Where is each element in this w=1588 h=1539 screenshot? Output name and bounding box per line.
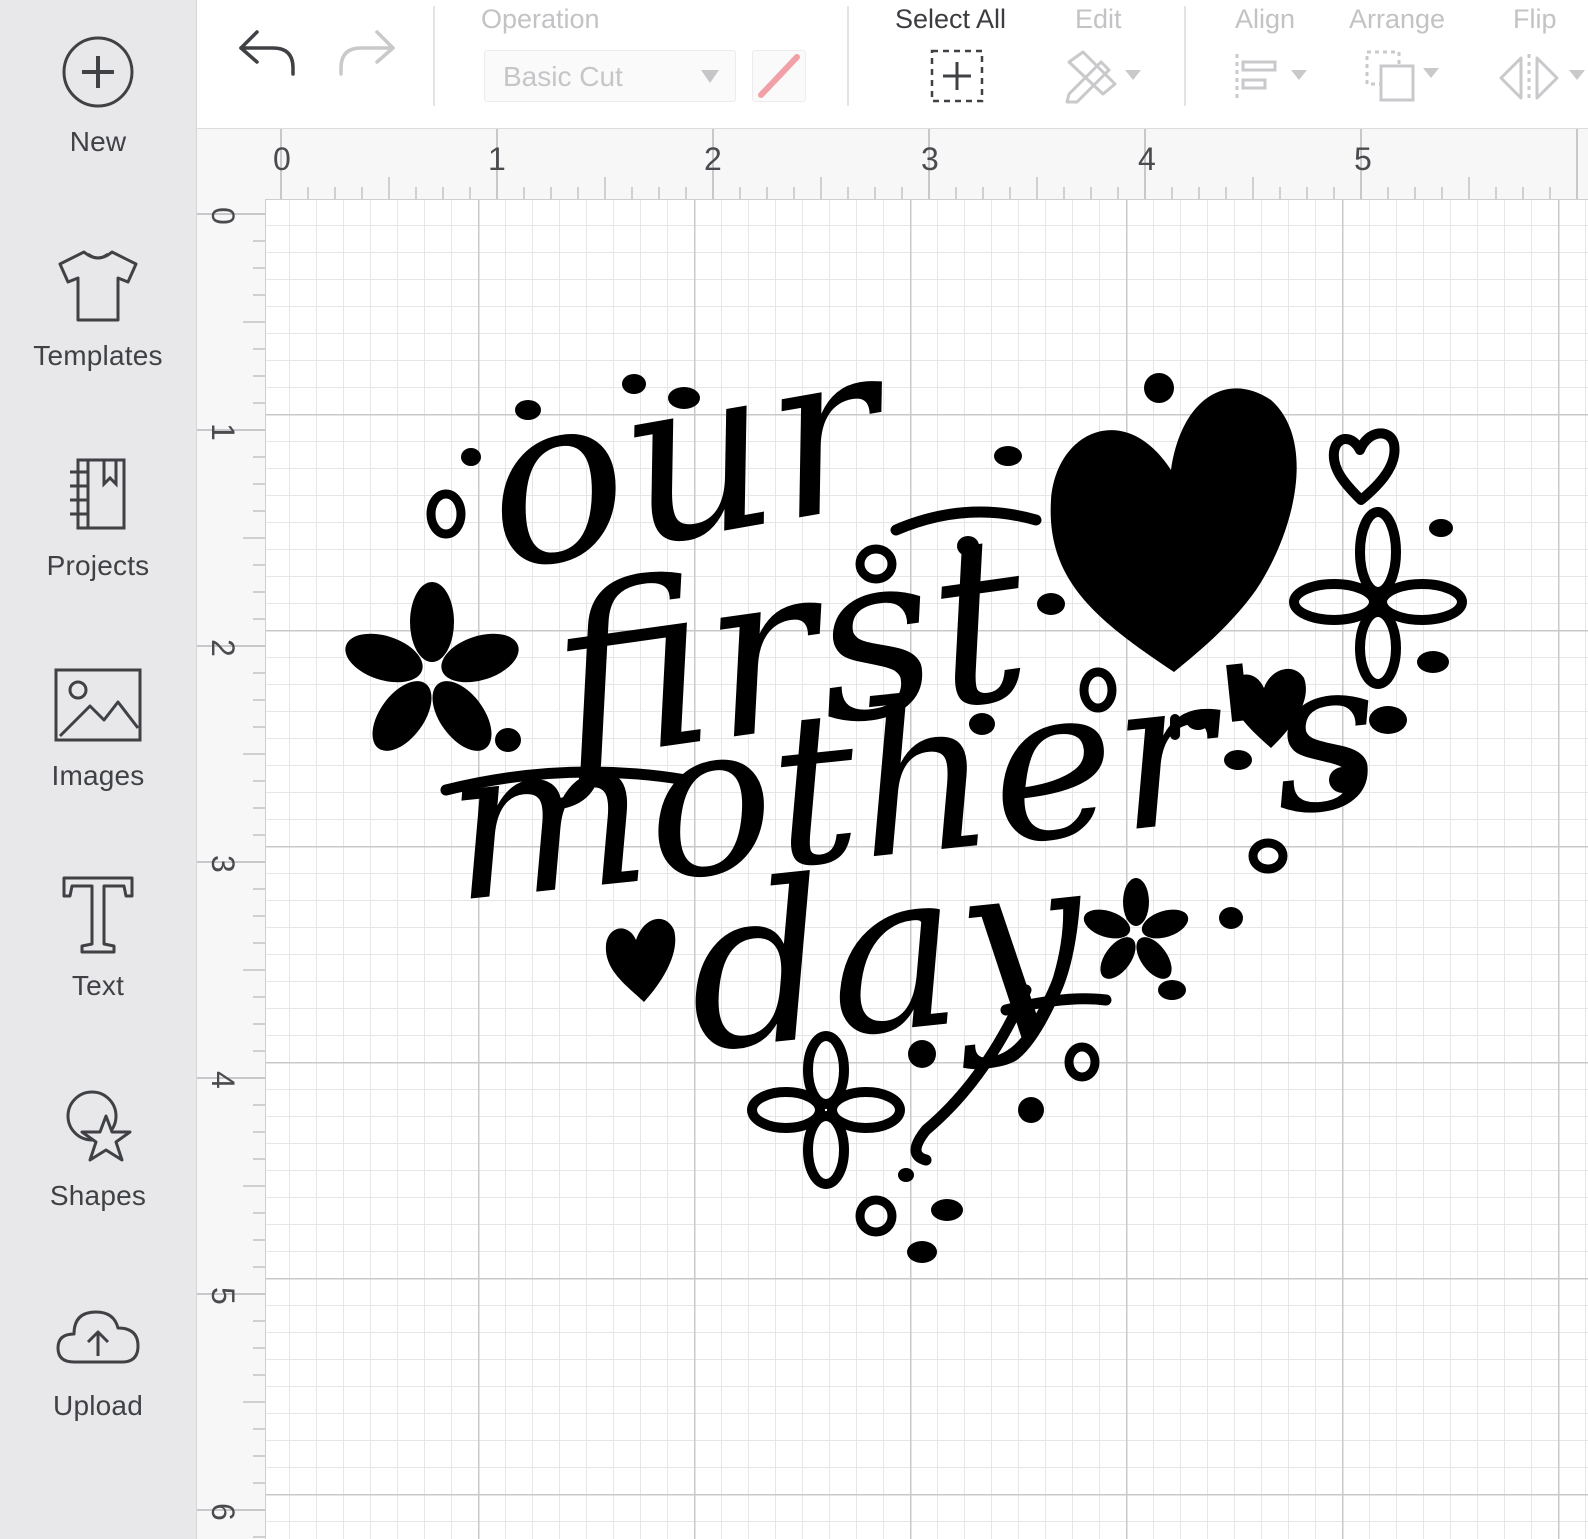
ruler-number: 1 bbox=[488, 141, 506, 177]
dot-shape bbox=[1037, 593, 1065, 615]
sidebar-item-label: New bbox=[69, 126, 127, 157]
tshirt-icon bbox=[58, 250, 138, 322]
left-sidebar: New Templates Projects Images Text Shape… bbox=[0, 0, 197, 1539]
sidebar-item-label: Upload bbox=[53, 1390, 143, 1421]
image-icon bbox=[54, 668, 142, 742]
dot-shape bbox=[898, 1168, 914, 1182]
dot-shape bbox=[1429, 519, 1453, 537]
ruler-horizontal: 0 1 2 3 4 5 bbox=[197, 129, 1588, 200]
ruler-ticks bbox=[280, 129, 1578, 199]
dot-shape bbox=[994, 446, 1022, 466]
ruler-number: 0 bbox=[273, 141, 291, 177]
sidebar-item-label: Text bbox=[71, 970, 125, 1001]
operation-label: Operation bbox=[481, 4, 600, 34]
ruler-number: 5 bbox=[205, 1287, 241, 1305]
sidebar-item-upload[interactable]: Upload bbox=[0, 1262, 196, 1462]
ruler-vertical: 0 1 2 3 4 5 6 bbox=[197, 199, 266, 1539]
toolbar-separator bbox=[1184, 6, 1186, 106]
sidebar-item-label: Projects bbox=[46, 550, 150, 581]
ruler-number: 2 bbox=[205, 639, 241, 657]
flip-label: Flip bbox=[1513, 4, 1557, 34]
text-t-icon bbox=[62, 876, 134, 954]
arrange-label: Arrange bbox=[1349, 4, 1446, 34]
dot-shape bbox=[931, 1199, 963, 1221]
sidebar-item-shapes[interactable]: Shapes bbox=[0, 1052, 196, 1252]
dot-shape bbox=[461, 448, 481, 466]
dot-shape bbox=[1219, 907, 1243, 929]
undo-button[interactable] bbox=[235, 24, 301, 84]
select-all-icon bbox=[930, 49, 984, 103]
sidebar-item-text[interactable]: Text bbox=[0, 842, 196, 1042]
sidebar-item-label: Templates bbox=[33, 340, 163, 371]
sidebar-item-label: Images bbox=[51, 760, 145, 791]
plus-circle-icon bbox=[62, 36, 134, 108]
arrange-button[interactable] bbox=[1363, 48, 1447, 106]
no-color-slash-icon bbox=[758, 54, 800, 98]
flower-shape bbox=[1083, 878, 1189, 979]
dot-shape bbox=[1158, 980, 1186, 1000]
top-toolbar: Operation Basic Cut Select All Edit Alig… bbox=[197, 0, 1588, 129]
select-all-button[interactable] bbox=[929, 48, 985, 104]
ring-dot-shape bbox=[426, 489, 466, 539]
design-word-day: day bbox=[675, 805, 1099, 1101]
dot-shape bbox=[1144, 373, 1174, 403]
cloud-upload-icon bbox=[56, 1310, 140, 1364]
select-all-label: Select All bbox=[895, 4, 1007, 34]
sidebar-item-images[interactable]: Images bbox=[0, 632, 196, 832]
edit-button[interactable] bbox=[1063, 48, 1145, 104]
dot-shape bbox=[1018, 1097, 1044, 1123]
operation-select[interactable]: Basic Cut bbox=[484, 50, 736, 102]
design-canvas[interactable]: our first mother's day bbox=[266, 200, 1588, 1539]
ruler-number: 2 bbox=[704, 141, 722, 177]
operation-value: Basic Cut bbox=[503, 61, 623, 92]
redo-icon bbox=[339, 30, 395, 76]
ruler-number: 5 bbox=[1354, 141, 1372, 177]
sidebar-item-projects[interactable]: Projects bbox=[0, 422, 196, 622]
ruler-number: 4 bbox=[1138, 141, 1156, 177]
heart-outline-shape bbox=[1328, 428, 1400, 505]
toolbar-separator bbox=[433, 6, 435, 106]
arrange-layers-icon bbox=[1365, 50, 1439, 102]
undo-icon bbox=[239, 30, 295, 76]
flip-button[interactable] bbox=[1497, 50, 1587, 106]
notebook-icon bbox=[70, 458, 126, 530]
dot-shape bbox=[907, 1241, 937, 1263]
ruler-number: 1 bbox=[205, 423, 241, 441]
chevron-down-icon bbox=[701, 70, 719, 83]
sidebar-item-new[interactable]: New bbox=[0, 0, 196, 200]
edit-tools-icon bbox=[1065, 50, 1141, 104]
shapes-icon bbox=[66, 1090, 132, 1162]
align-label: Align bbox=[1235, 4, 1296, 34]
sidebar-item-label: Shapes bbox=[49, 1180, 147, 1211]
dot-shape bbox=[1417, 651, 1449, 673]
ruler-number: 3 bbox=[921, 141, 939, 177]
ruler-number: 3 bbox=[205, 855, 241, 873]
align-button[interactable] bbox=[1233, 50, 1313, 106]
flip-horizontal-icon bbox=[1499, 54, 1585, 102]
ruler-number: 0 bbox=[205, 207, 241, 225]
ring-dot-shape bbox=[855, 1195, 897, 1237]
align-left-icon bbox=[1235, 54, 1307, 102]
sidebar-item-templates[interactable]: Templates bbox=[0, 212, 196, 412]
edit-label: Edit bbox=[1075, 4, 1122, 34]
ruler-number: 4 bbox=[205, 1071, 241, 1089]
redo-button[interactable] bbox=[333, 24, 399, 84]
toolbar-separator bbox=[847, 6, 849, 106]
design-artwork[interactable]: our first mother's day bbox=[266, 200, 1588, 1539]
color-swatch[interactable] bbox=[752, 50, 806, 102]
ruler-number: 6 bbox=[205, 1503, 241, 1521]
